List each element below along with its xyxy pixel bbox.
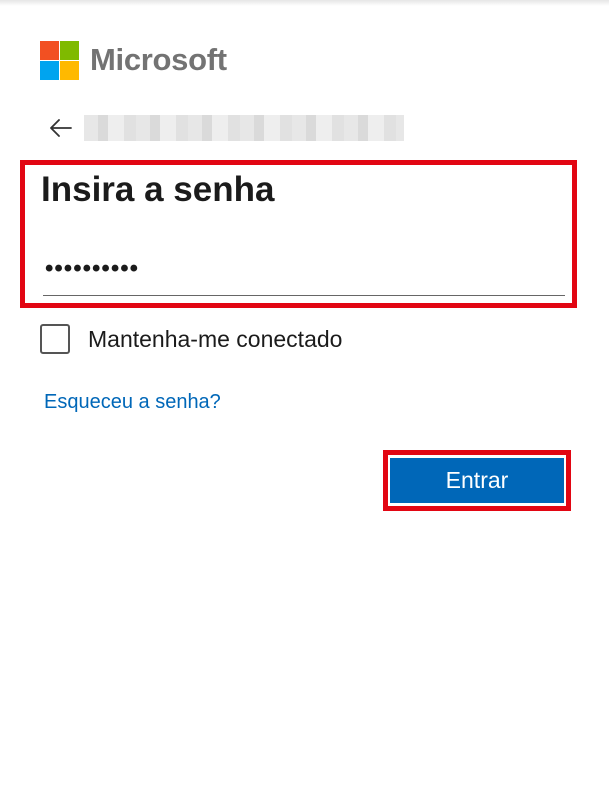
identity-row — [46, 112, 404, 144]
logo-square-red — [40, 40, 59, 60]
keep-signed-in-label: Mantenha-me conectado — [88, 325, 343, 352]
keep-signed-in-option[interactable]: Mantenha-me conectado — [40, 324, 342, 354]
brand-name: Microsoft — [90, 42, 227, 77]
logo-square-blue — [40, 60, 59, 80]
sign-in-button[interactable]: Entrar — [390, 458, 564, 503]
redacted-email — [84, 115, 404, 141]
microsoft-logo-icon — [40, 40, 79, 80]
logo-square-yellow — [60, 60, 79, 80]
logo-square-green — [60, 40, 79, 60]
microsoft-logo: Microsoft — [40, 40, 227, 80]
back-arrow-icon[interactable] — [46, 114, 74, 142]
keep-signed-in-checkbox[interactable] — [40, 324, 70, 354]
top-shadow — [0, 0, 609, 6]
forgot-password-link[interactable]: Esqueceu a senha? — [44, 391, 221, 414]
sign-in-page: Microsoft Insira a senha Mantenha-me con… — [0, 0, 609, 812]
password-field[interactable] — [43, 242, 565, 296]
page-title: Insira a senha — [41, 170, 275, 209]
